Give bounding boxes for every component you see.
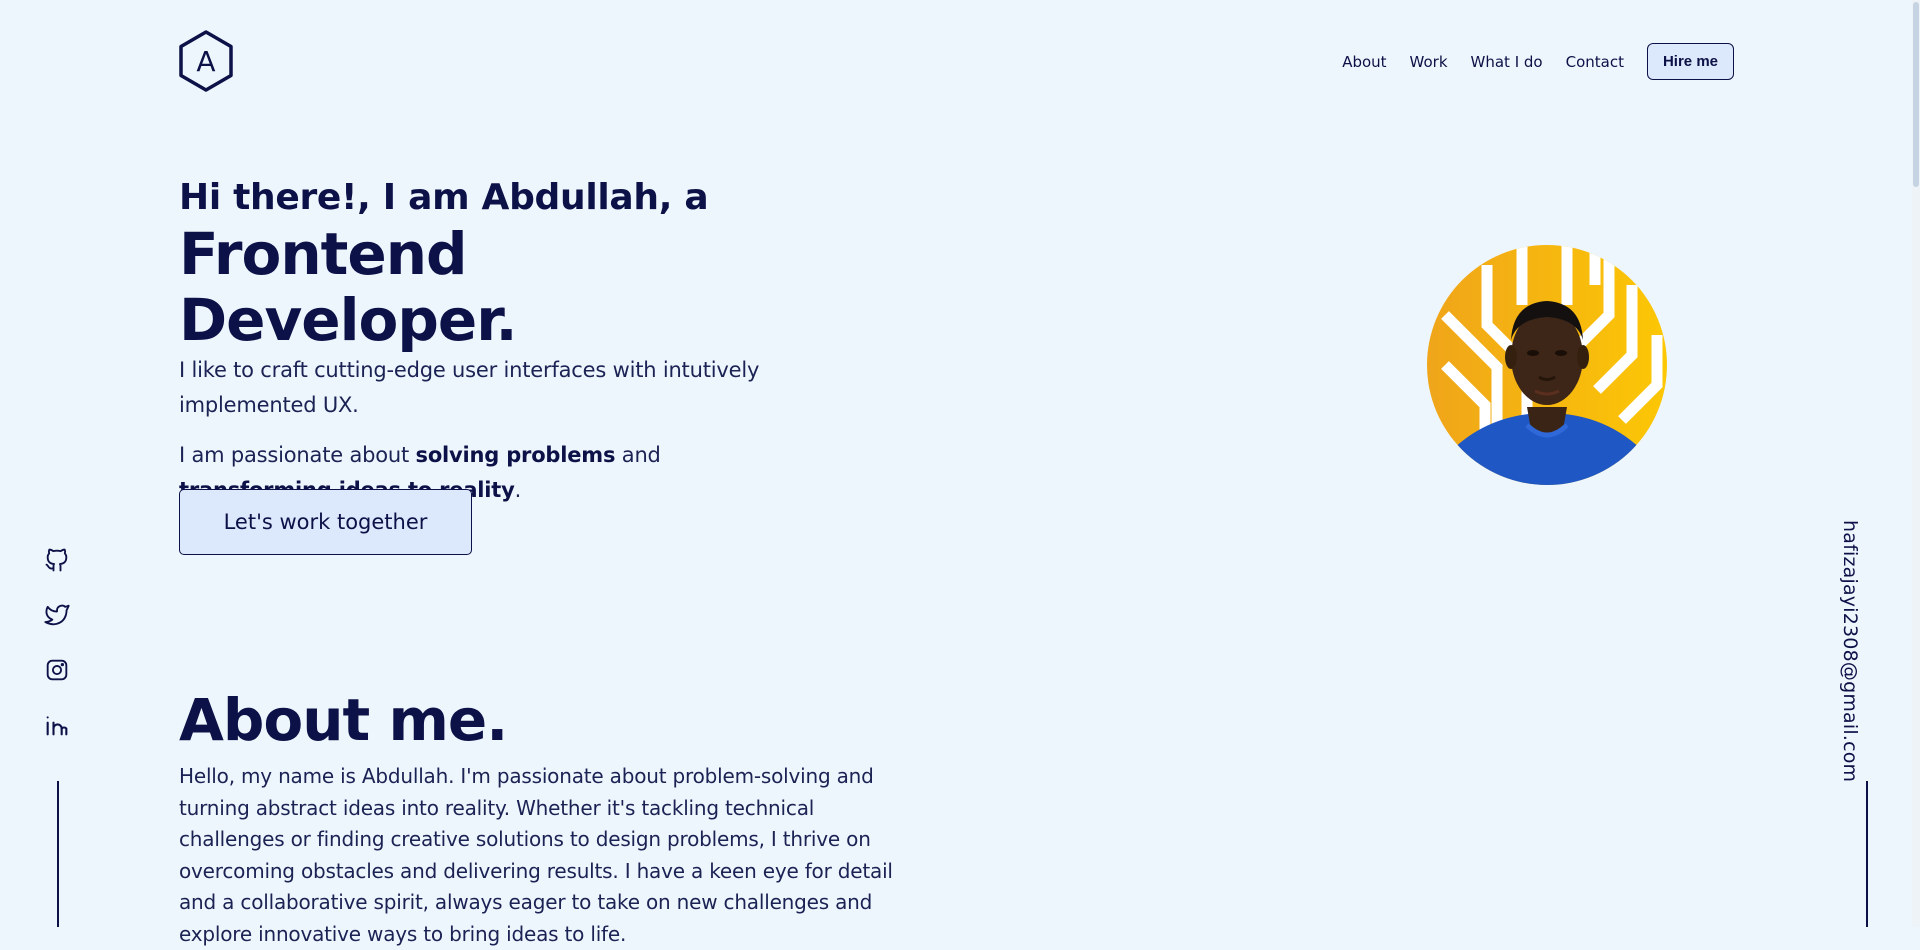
hero-intro: I like to craft cutting-edge user interf… bbox=[179, 358, 760, 417]
instagram-icon[interactable] bbox=[43, 656, 71, 684]
scrollbar[interactable] bbox=[1912, 0, 1920, 927]
nav-contact[interactable]: Contact bbox=[1566, 53, 1624, 71]
about-title: About me. bbox=[179, 686, 508, 754]
left-divider-line bbox=[57, 781, 59, 927]
hero-greeting: Hi there!, I am Abdullah, a bbox=[179, 177, 709, 218]
profile-photo bbox=[1427, 245, 1667, 485]
logo[interactable]: A bbox=[178, 30, 234, 92]
passion-text-post: . bbox=[514, 478, 522, 502]
hero-role: Frontend Developer. bbox=[179, 220, 518, 354]
social-links bbox=[43, 546, 73, 766]
right-divider-line bbox=[1866, 781, 1868, 927]
work-together-button[interactable]: Let's work together bbox=[179, 489, 472, 555]
email-link[interactable]: hafizajayi2308@gmail.com bbox=[1839, 520, 1881, 782]
logo-letter: A bbox=[196, 44, 216, 78]
about-text: Hello, my name is Abdullah. I'm passiona… bbox=[179, 764, 893, 946]
scrollbar-thumb[interactable] bbox=[1913, 2, 1919, 187]
hire-me-button[interactable]: Hire me bbox=[1646, 43, 1734, 80]
main-nav: About Work What I do Contact Hire me bbox=[1342, 43, 1734, 80]
linkedin-icon[interactable] bbox=[43, 711, 71, 739]
passion-bold-solving: solving problems bbox=[415, 443, 616, 467]
github-icon[interactable] bbox=[43, 546, 71, 574]
email-text[interactable]: hafizajayi2308@gmail.com bbox=[1839, 520, 1861, 782]
nav-what-i-do[interactable]: What I do bbox=[1471, 53, 1543, 71]
nav-about[interactable]: About bbox=[1342, 53, 1386, 71]
twitter-icon[interactable] bbox=[43, 601, 71, 629]
passion-text-pre: I am passionate about bbox=[179, 443, 416, 467]
nav-work[interactable]: Work bbox=[1410, 53, 1448, 71]
hero-section: Hi there!, I am Abdullah, a Frontend Dev… bbox=[179, 175, 799, 508]
passion-text-mid: and bbox=[615, 443, 661, 467]
